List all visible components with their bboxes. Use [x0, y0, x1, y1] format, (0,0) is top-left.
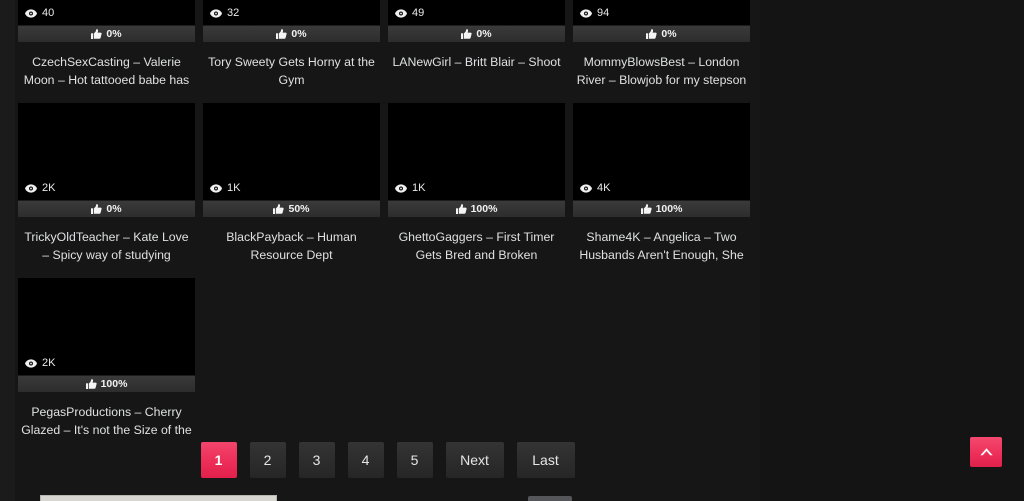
rating-bar: 0%: [388, 25, 565, 42]
rating-value: 0%: [661, 28, 677, 40]
video-thumbnail[interactable]: 32: [203, 0, 380, 25]
rating-bar: 0%: [573, 25, 750, 42]
pagination-item-next[interactable]: Next: [445, 442, 504, 478]
rating-value: 100%: [655, 203, 683, 215]
video-card[interactable]: 4K 100% Shame4K – Angelica – Two Husbands …: [573, 103, 750, 264]
view-count-badge: 1K: [210, 183, 240, 194]
view-count-badge: 32: [210, 8, 239, 19]
thumbs-up-icon: [91, 204, 103, 214]
video-card[interactable]: 94 0% MommyBlowsBest – London River – Blow…: [573, 0, 750, 89]
video-thumbnail[interactable]: 2K: [18, 103, 195, 200]
view-count-value: 1K: [412, 182, 426, 194]
page-root: 40 0% CzechSexCasting – Valerie Moon – Hot…: [0, 0, 1024, 501]
video-thumbnail[interactable]: 49: [388, 0, 565, 25]
rating-value: 100%: [470, 203, 498, 215]
thumbs-up-icon: [455, 204, 467, 214]
view-count-badge: 1K: [395, 183, 425, 194]
pagination-item-1[interactable]: 1: [200, 442, 237, 478]
video-thumbnail[interactable]: 94: [573, 0, 750, 25]
video-title[interactable]: Shame4K – Angelica – Two Husbands Aren't…: [573, 228, 750, 264]
chevron-up-icon: [979, 447, 994, 457]
thumbs-up-icon: [276, 29, 288, 39]
view-count-value: 2K: [42, 182, 56, 194]
main-content: 40 0% CzechSexCasting – Valerie Moon – Hot…: [15, 0, 760, 501]
rating-value: 50%: [288, 203, 310, 215]
view-count-value: 40: [42, 7, 55, 19]
view-count-value: 32: [227, 7, 240, 19]
video-card[interactable]: 1K 50% BlackPayback – Human Resource Dept: [203, 103, 380, 264]
page-left-gutter: [0, 0, 15, 501]
rating-bar: 0%: [18, 200, 195, 217]
pagination-item-4[interactable]: 4: [347, 442, 384, 478]
eye-icon: [210, 9, 222, 18]
rating-bar: 100%: [18, 375, 195, 392]
view-count-badge: 40: [25, 8, 54, 19]
rating-bar: 0%: [18, 25, 195, 42]
video-card[interactable]: 32 0% Tory Sweety Gets Horny at the Gym: [203, 0, 380, 89]
rating-bar: 100%: [573, 200, 750, 217]
video-title[interactable]: LANewGirl – Britt Blair – Shoot: [388, 53, 565, 71]
video-title[interactable]: BlackPayback – Human Resource Dept: [203, 228, 380, 264]
thumbs-up-icon: [91, 29, 103, 39]
video-thumbnail[interactable]: 4K: [573, 103, 750, 200]
thumbs-up-icon: [461, 29, 473, 39]
video-title[interactable]: GhettoGaggers – First Timer Gets Bred an…: [388, 228, 565, 264]
bottom-search-input[interactable]: [40, 495, 277, 501]
eye-icon: [25, 184, 37, 193]
pagination-item-5[interactable]: 5: [396, 442, 433, 478]
eye-icon: [580, 9, 592, 18]
thumbs-up-icon: [640, 204, 652, 214]
thumbs-up-icon: [273, 204, 285, 214]
eye-icon: [580, 184, 592, 193]
scroll-to-top-button[interactable]: [970, 437, 1002, 467]
view-count-value: 49: [412, 7, 425, 19]
rating-bar: 100%: [388, 200, 565, 217]
rating-bar: 0%: [203, 25, 380, 42]
video-card[interactable]: 40 0% CzechSexCasting – Valerie Moon – Hot…: [18, 0, 195, 89]
video-title[interactable]: CzechSexCasting – Valerie Moon – Hot tat…: [18, 53, 195, 89]
video-card[interactable]: 1K 100% GhettoGaggers – First Timer Gets B…: [388, 103, 565, 264]
video-thumbnail[interactable]: 2K: [18, 278, 195, 375]
pagination-item-2[interactable]: 2: [249, 442, 286, 478]
eye-icon: [25, 359, 37, 368]
video-title[interactable]: Tory Sweety Gets Horny at the Gym: [203, 53, 380, 89]
rating-value: 100%: [100, 378, 128, 390]
eye-icon: [210, 184, 222, 193]
eye-icon: [395, 184, 407, 193]
thumbs-up-icon: [85, 379, 97, 389]
video-card[interactable]: 2K 0% TrickyOldTeacher – Kate Love – Spicy…: [18, 103, 195, 264]
view-count-badge: 94: [580, 8, 609, 19]
view-count-badge: 49: [395, 8, 424, 19]
view-count-value: 4K: [597, 182, 611, 194]
pagination: 1 2 3 4 5 Next Last: [15, 442, 760, 478]
video-title[interactable]: PegasProductions – Cherry Glazed – It's …: [18, 403, 195, 439]
rating-value: 0%: [476, 28, 492, 40]
video-thumbnail[interactable]: 40: [18, 0, 195, 25]
view-count-value: 94: [597, 7, 610, 19]
pagination-item-last[interactable]: Last: [516, 442, 575, 478]
view-count-badge: 4K: [580, 183, 610, 194]
rating-value: 0%: [291, 28, 307, 40]
bottom-action-button[interactable]: [528, 496, 572, 501]
eye-icon: [395, 9, 407, 18]
view-count-value: 2K: [42, 357, 56, 369]
video-thumbnail[interactable]: 1K: [388, 103, 565, 200]
rating-bar: 50%: [203, 200, 380, 217]
video-card[interactable]: 49 0% LANewGirl – Britt Blair – Shoot: [388, 0, 565, 89]
thumbs-up-icon: [646, 29, 658, 39]
pagination-item-3[interactable]: 3: [298, 442, 335, 478]
view-count-value: 1K: [227, 182, 241, 194]
video-thumbnail[interactable]: 1K: [203, 103, 380, 200]
view-count-badge: 2K: [25, 183, 55, 194]
rating-value: 0%: [106, 203, 122, 215]
view-count-badge: 2K: [25, 358, 55, 369]
video-title[interactable]: MommyBlowsBest – London River – Blowjob …: [573, 53, 750, 89]
video-title[interactable]: TrickyOldTeacher – Kate Love – Spicy way…: [18, 228, 195, 264]
eye-icon: [25, 9, 37, 18]
video-grid: 40 0% CzechSexCasting – Valerie Moon – Hot…: [15, 0, 760, 453]
video-card[interactable]: 2K 100% PegasProductions – Cherry Glazed –…: [18, 278, 195, 439]
rating-value: 0%: [106, 28, 122, 40]
